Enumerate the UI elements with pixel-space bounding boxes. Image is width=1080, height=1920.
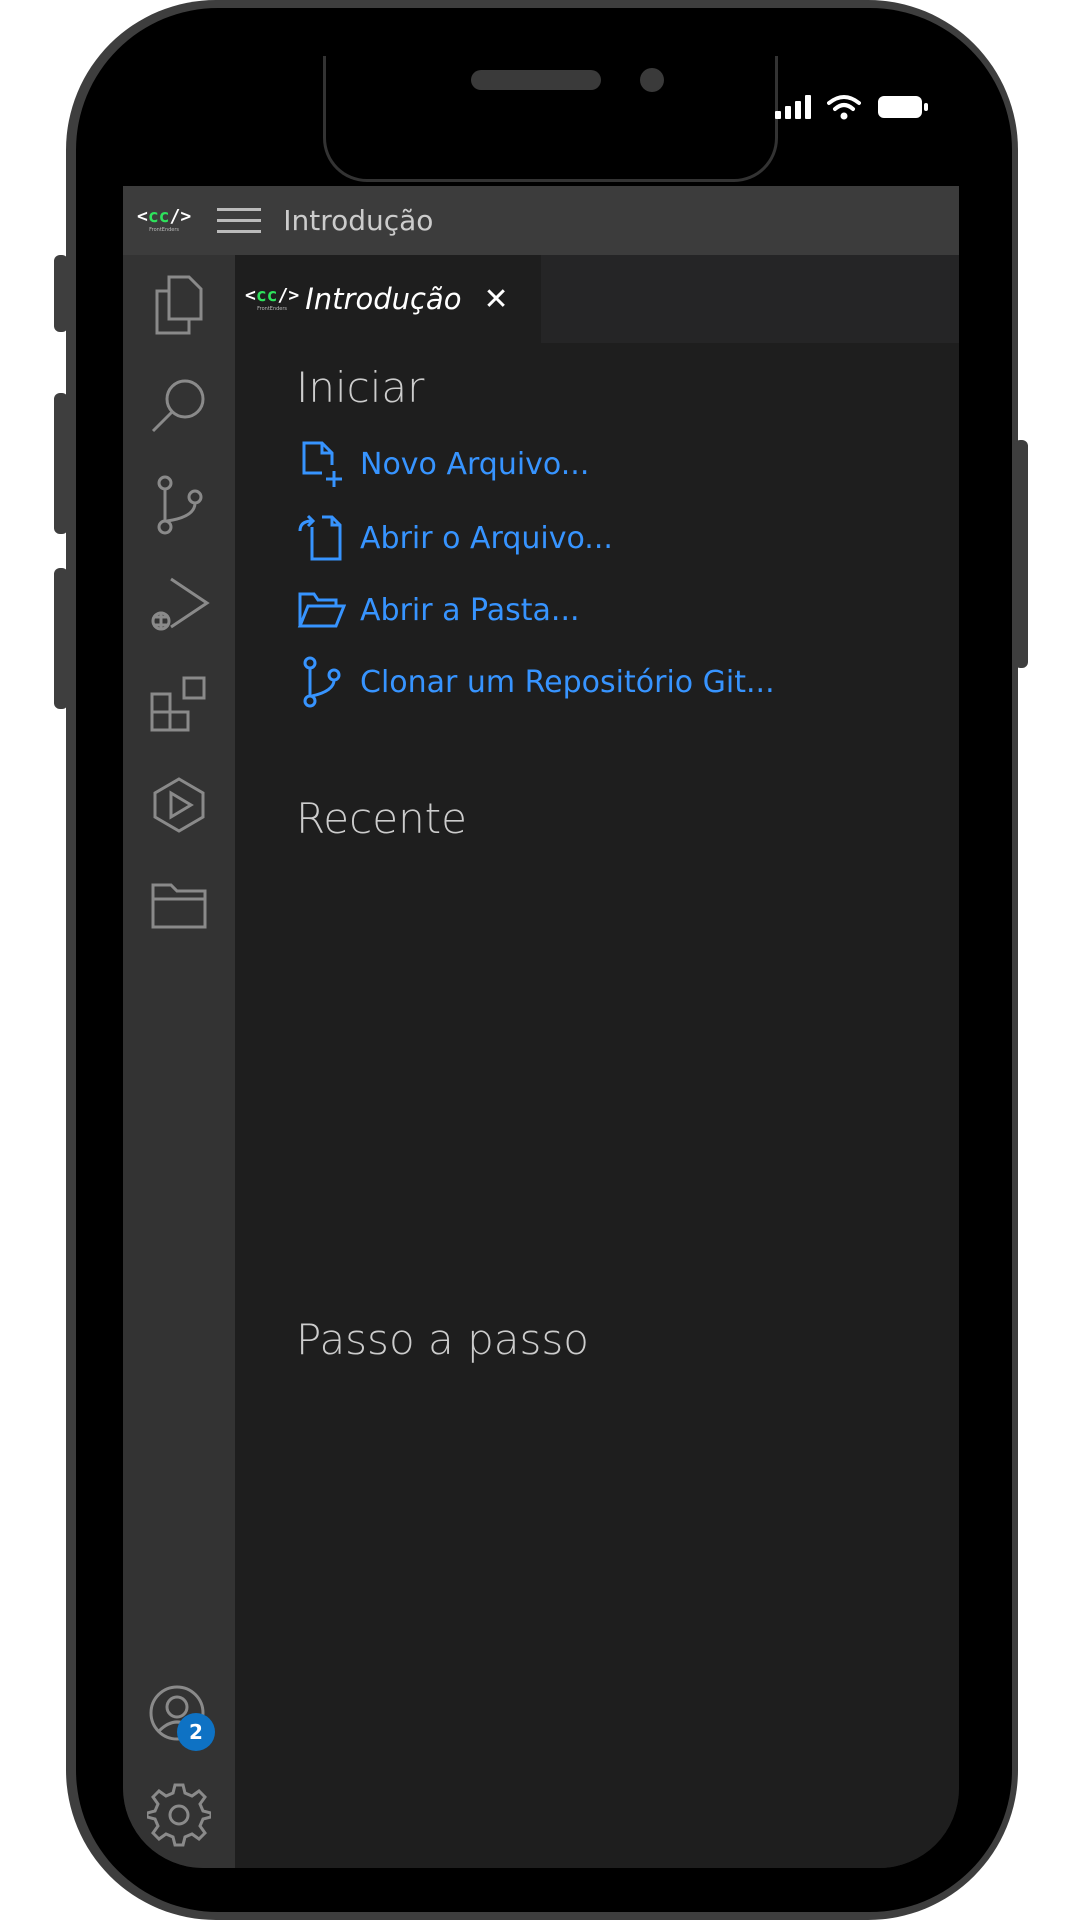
source-control-icon[interactable] [123,455,235,555]
open-folder-label: Abrir a Pasta... [360,592,580,628]
status-bar [775,94,929,120]
front-camera [640,68,664,92]
clone-repo-label: Clonar um Repositório Git... [360,664,775,700]
settings-gear-icon[interactable] [123,1765,235,1865]
tab-bar: <cc/> FrontEnders Introdução ✕ [235,255,959,343]
volume-up-button [54,393,68,534]
remote-explorer-icon[interactable] [123,755,235,855]
speaker [471,70,601,90]
battery-icon [878,96,928,118]
editor-area: <cc/> FrontEnders Introdução ✕ Iniciar N… [235,255,959,1868]
search-icon[interactable] [123,355,235,455]
open-file-link[interactable]: Abrir o Arquivo... [296,513,613,563]
title-bar: <cc/> FrontEnders Introdução [123,186,959,255]
walkthrough-heading: Passo a passo [296,1315,589,1364]
open-folder-link[interactable]: Abrir a Pasta... [296,585,580,635]
accounts-icon[interactable]: 2 [123,1665,235,1765]
menu-icon[interactable] [217,208,262,233]
folder-icon[interactable] [123,855,235,955]
git-branch-icon [296,656,346,708]
explorer-icon[interactable] [123,255,235,355]
open-folder-icon [296,585,346,635]
close-icon[interactable]: ✕ [483,282,508,317]
vscode-app: <cc/> FrontEnders Introdução 2 <cc/> Fro… [123,186,959,1868]
signal-icon [775,95,811,119]
new-file-label: Novo Arquivo... [360,446,590,482]
phone-screen: <cc/> FrontEnders Introdução 2 <cc/> Fro… [123,56,959,1868]
clone-repo-link[interactable]: Clonar um Repositório Git... [296,656,775,708]
tab-label: Introdução [305,282,462,316]
activity-bar: 2 [123,255,235,1868]
new-file-link[interactable]: Novo Arquivo... [296,439,589,489]
power-button [1014,440,1028,668]
extensions-icon[interactable] [123,655,235,755]
new-file-icon [296,439,346,489]
tab-logo: <cc/> FrontEnders [245,284,300,312]
open-file-icon [296,513,346,563]
tab-introducao[interactable]: <cc/> FrontEnders Introdução ✕ [235,255,541,343]
wifi-icon [827,95,861,120]
accounts-badge: 2 [177,1713,215,1751]
open-file-label: Abrir o Arquivo... [360,520,613,556]
start-heading: Iniciar [296,363,425,412]
app-logo: <cc/> FrontEnders [137,206,192,233]
run-debug-icon[interactable] [123,555,235,655]
window-title: Introdução [283,204,434,237]
mute-switch [54,255,68,332]
volume-down-button [54,568,68,709]
recent-heading: Recente [296,794,467,843]
